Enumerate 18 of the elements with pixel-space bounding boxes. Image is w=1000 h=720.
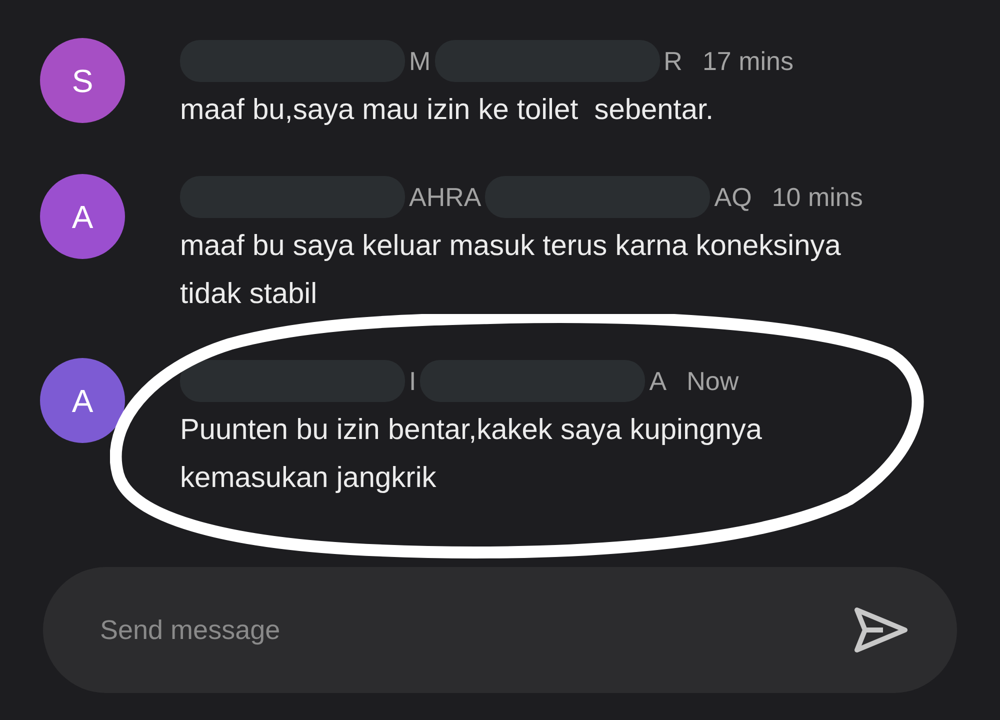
message-text: maaf bu saya keluar masuk terus karna koneksinya tidak stabil <box>180 229 842 312</box>
message-time: 17 mins <box>702 44 794 78</box>
message-input[interactable]: Send message <box>100 610 853 650</box>
send-icon[interactable] <box>853 606 909 654</box>
sender-name-fragment: I <box>408 364 418 398</box>
message-composer[interactable]: Send message <box>43 567 957 693</box>
message-text: maaf bu,saya mau izin ke toilet sebentar. <box>180 93 715 128</box>
avatar: S <box>40 38 125 123</box>
sender-name-fragment: M <box>408 44 432 78</box>
avatar: A <box>40 174 125 259</box>
avatar: A <box>40 358 125 443</box>
sender-name-fragment: A <box>648 364 668 398</box>
message-time: 10 mins <box>772 180 863 214</box>
message-text: Puunten bu izin bentar,kakek saya kupingnya kemasukan jangkrik <box>180 413 764 496</box>
message-time: Now <box>686 364 739 398</box>
sender-name-fragment: AHRA <box>408 180 482 214</box>
sender-name-fragment: AQ <box>713 180 753 214</box>
sender-name-fragment: R <box>662 44 684 78</box>
